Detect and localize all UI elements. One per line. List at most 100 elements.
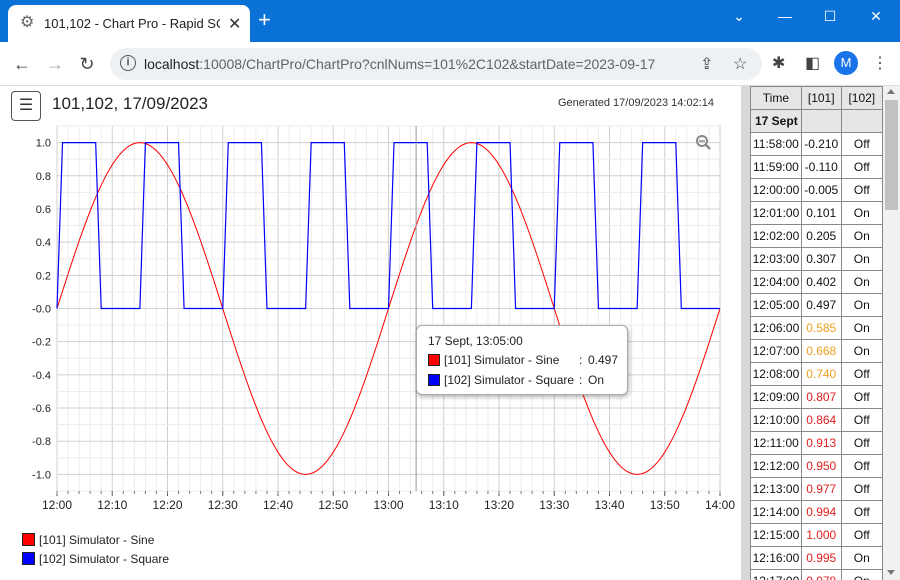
table-row: 12:14:00 0.994 Off — [750, 500, 883, 524]
cell-102: On — [840, 224, 883, 248]
cell-time: 12:08:00 — [750, 362, 802, 386]
tooltip-row-sine: [101] Simulator - Sine — [428, 353, 559, 367]
x-tick-label: 12:50 — [318, 498, 348, 512]
x-tick-label: 12:40 — [263, 498, 293, 512]
scroll-down-icon[interactable] — [887, 570, 895, 575]
cell-101: 0.101 — [800, 201, 842, 225]
y-tick-label: 0.8 — [36, 171, 51, 183]
y-tick-label: 0.4 — [36, 237, 51, 249]
x-tick-label: 13:40 — [594, 498, 624, 512]
avatar[interactable]: M — [834, 51, 858, 75]
table-row: 12:03:00 0.307 On — [750, 247, 883, 271]
cell-102: Off — [840, 431, 883, 455]
extensions-icon[interactable]: ✱ — [772, 53, 785, 73]
maximize-icon[interactable]: ☐ — [815, 6, 845, 26]
x-tick-label: 13:50 — [650, 498, 680, 512]
cell-101: 0.994 — [800, 500, 842, 524]
cell-101: -0.110 — [800, 155, 842, 179]
cell-101: 0.864 — [800, 408, 842, 432]
cell-101: 0.307 — [800, 247, 842, 271]
table-row: 12:15:00 1.000 Off — [750, 523, 883, 547]
cell-102: Off — [840, 500, 883, 524]
close-tab-icon[interactable]: ✕ — [228, 14, 241, 34]
header-time: Time — [750, 86, 802, 110]
cell-102: Off — [840, 155, 883, 179]
x-tick-label: 12:30 — [208, 498, 238, 512]
tab-search-icon[interactable]: ⌄ — [724, 6, 754, 26]
cell-time: 12:11:00 — [750, 431, 802, 455]
table-row: 12:12:00 0.950 Off — [750, 454, 883, 478]
cell-time: 12:15:00 — [750, 523, 802, 547]
cell-101: 0.950 — [800, 454, 842, 478]
more-menu-icon[interactable]: ⋮ — [872, 53, 888, 73]
legend-item-sine[interactable]: [101] Simulator - Sine — [22, 533, 154, 547]
cell-101: 0.497 — [800, 293, 842, 317]
forward-icon[interactable]: → — [43, 52, 67, 76]
table-scrollbar[interactable] — [883, 86, 900, 580]
cell-101: -0.005 — [800, 178, 842, 202]
table-row: 12:13:00 0.977 Off — [750, 477, 883, 501]
tooltip-label-sine: [101] Simulator - Sine — [444, 353, 560, 367]
reload-icon[interactable]: ↻ — [75, 52, 99, 76]
table-row: 12:04:00 0.402 On — [750, 270, 883, 294]
tooltip-swatch-square — [428, 374, 440, 386]
close-window-icon[interactable]: ✕ — [861, 6, 891, 26]
cell-102: On — [840, 201, 883, 225]
table-row: 11:58:00 -0.210 Off — [750, 132, 883, 156]
x-tick-label: 12:00 — [42, 498, 72, 512]
table-row: 12:09:00 0.807 Off — [750, 385, 883, 409]
table-row: 12:10:00 0.864 Off — [750, 408, 883, 432]
x-tick-label: 13:10 — [429, 498, 459, 512]
y-tick-label: 0.6 — [36, 204, 51, 216]
cell-102: On — [840, 247, 883, 271]
share-icon[interactable]: ⇪ — [700, 54, 713, 74]
cell-101: 0.585 — [800, 316, 842, 340]
gear-icon: ⚙ — [20, 14, 35, 31]
browser-tab-bar: ⚙ 101,102 - Chart Pro - Rapid SCADA ✕ + … — [0, 0, 900, 42]
tooltip-value-square: On — [588, 373, 605, 387]
y-tick-label: 1.0 — [36, 138, 51, 150]
cell-time: 12:00:00 — [750, 178, 802, 202]
bookmark-star-icon[interactable]: ☆ — [733, 54, 747, 74]
data-table-panel[interactable]: Time [101] [102] 17 Sept 11:58:00 -0.210 O… — [741, 86, 883, 580]
table-row: 12:05:00 0.497 On — [750, 293, 883, 317]
chart[interactable]: 1.0 0.8 0.6 0.4 0.2 -0.0 -0.2 -0.4 -0.6 -0.8 -1.0 1… — [0, 86, 740, 580]
legend-swatch-square — [22, 552, 35, 565]
cell-101: -0.210 — [800, 132, 842, 156]
address-bar[interactable]: i localhost:10008/ChartPro/ChartPro?cnlN… — [110, 48, 762, 80]
site-info-icon[interactable]: i — [120, 55, 136, 71]
back-icon[interactable]: ← — [10, 52, 34, 76]
cell-102: Off — [840, 477, 883, 501]
cell-time: 12:02:00 — [750, 224, 802, 248]
cell-102: On — [840, 339, 883, 363]
cell-102: Off — [840, 523, 883, 547]
cell-102: Off — [840, 408, 883, 432]
table-header-row: Time [101] [102] — [750, 86, 883, 110]
cell-101: 0.913 — [800, 431, 842, 455]
scroll-thumb[interactable] — [885, 100, 898, 210]
cell-101: 1.000 — [800, 523, 842, 547]
table-row: 12:00:00 -0.005 Off — [750, 178, 883, 202]
y-tick-label: 0.2 — [36, 270, 51, 282]
table-row: 12:16:00 0.995 On — [750, 546, 883, 570]
scroll-up-icon[interactable] — [887, 89, 895, 94]
cell-time: 12:04:00 — [750, 270, 802, 294]
tooltip-title: 17 Sept, 13:05:00 — [428, 334, 523, 348]
tab-title: 101,102 - Chart Pro - Rapid SCADA — [44, 16, 220, 31]
table-row: 12:02:00 0.205 On — [750, 224, 883, 248]
legend-item-square[interactable]: [102] Simulator - Square — [22, 552, 169, 566]
x-tick-label: 14:00 — [705, 498, 735, 512]
cell-time: 12:16:00 — [750, 546, 802, 570]
side-panel-icon[interactable]: ◧ — [805, 53, 820, 73]
x-tick-label: 12:10 — [97, 498, 127, 512]
cell-time: 12:12:00 — [750, 454, 802, 478]
header-102: [102] — [840, 86, 883, 110]
minimize-icon[interactable]: — — [770, 6, 800, 26]
cell-time: 12:09:00 — [750, 385, 802, 409]
cell-time: 12:06:00 — [750, 316, 802, 340]
y-tick-label: -0.2 — [32, 337, 51, 349]
new-tab-icon[interactable]: + — [258, 9, 271, 31]
chart-tooltip: 17 Sept, 13:05:00 [101] Simulator - Sine… — [416, 325, 628, 395]
browser-tab[interactable]: ⚙ 101,102 - Chart Pro - Rapid SCADA ✕ — [8, 5, 250, 42]
cell-102: Off — [840, 385, 883, 409]
